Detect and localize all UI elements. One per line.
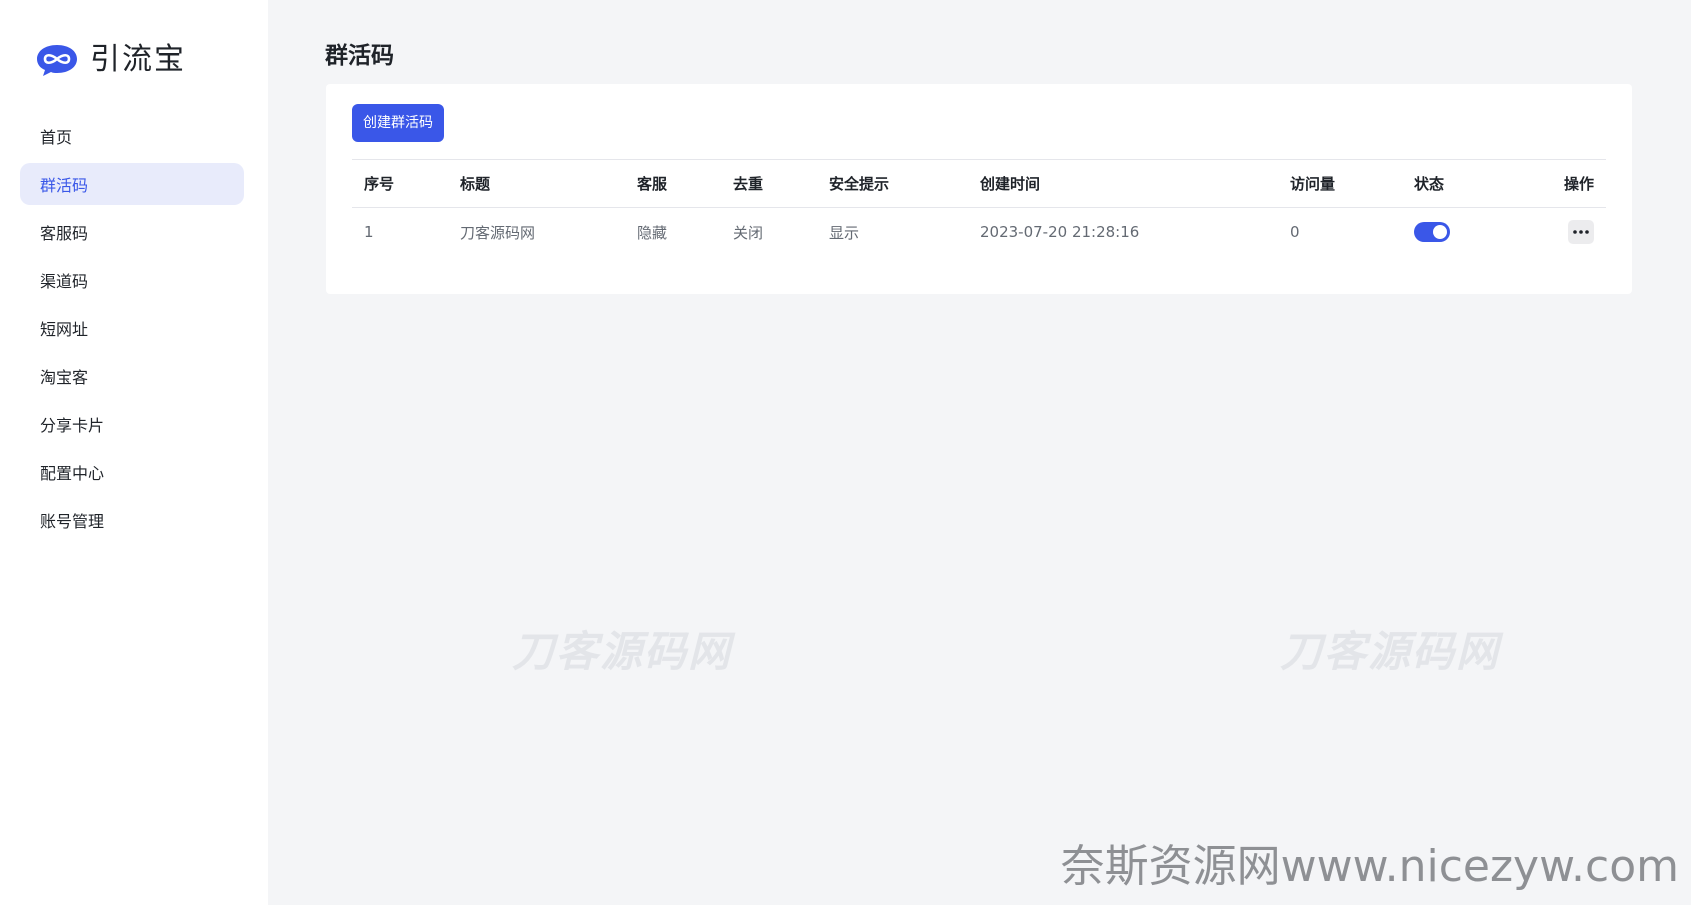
page-title: 群活码 [325,43,394,69]
cell-title: 刀客源码网 [460,223,536,242]
sidebar-item-taobaoke[interactable]: 淘宝客 [20,355,244,397]
column-header-dedupe: 去重 [733,175,764,193]
status-toggle[interactable] [1414,222,1450,242]
watermark-center-left: 刀客源码网 [512,627,733,676]
column-header-operations: 操作 [1563,175,1594,193]
brand-name: 引流宝 [90,42,186,77]
create-group-code-button[interactable]: 创建群活码 [352,104,444,142]
column-header-service: 客服 [637,175,668,193]
cell-operations [1568,208,1594,256]
group-code-table: 序号 标题 客服 去重 安全提示 创建时间 访问量 状态 操作 1 刀客源码网 … [352,159,1606,256]
sidebar-nav: 首页 群活码 客服码 渠道码 短网址 淘宝客 分享卡片 配置中心 账号管理 [20,115,244,547]
more-actions-button[interactable] [1568,220,1594,244]
watermark-bottom: 奈斯资源网www.nicezyw.com [1060,841,1679,892]
sidebar-item-short-url[interactable]: 短网址 [20,307,244,349]
sidebar-item-group-live-code[interactable]: 群活码 [20,163,244,205]
cell-index: 1 [364,223,374,241]
sidebar-item-home[interactable]: 首页 [20,115,244,157]
more-dots-icon [1573,230,1589,234]
column-header-safety-tip: 安全提示 [829,175,890,193]
toggle-knob [1433,225,1447,239]
sidebar-item-channel-code[interactable]: 渠道码 [20,259,244,301]
column-header-index: 序号 [364,175,395,193]
sidebar-item-service-code[interactable]: 客服码 [20,211,244,253]
column-header-title: 标题 [460,175,491,193]
brand[interactable]: 引流宝 [36,40,186,80]
cell-status [1414,208,1450,256]
watermark-center-right: 刀客源码网 [1280,627,1501,676]
table-header-row: 序号 标题 客服 去重 安全提示 创建时间 访问量 状态 操作 [352,159,1606,208]
cell-service: 隐藏 [637,223,668,242]
sidebar: 引流宝 首页 群活码 客服码 渠道码 短网址 淘宝客 分享卡片 配置中心 账号管… [0,0,268,905]
column-header-created-time: 创建时间 [980,175,1041,193]
app-root: 引流宝 首页 群活码 客服码 渠道码 短网址 淘宝客 分享卡片 配置中心 账号管… [0,0,1691,905]
sidebar-item-account-management[interactable]: 账号管理 [20,499,244,541]
cell-safety-tip: 显示 [829,223,860,242]
column-header-visits: 访问量 [1290,175,1336,193]
cell-created-time: 2023-07-20 21:28:16 [980,223,1140,241]
content-card: 创建群活码 序号 标题 客服 去重 安全提示 创建时间 访问量 状态 操作 1 … [326,84,1632,294]
cell-visits: 0 [1290,223,1300,241]
column-header-status: 状态 [1414,175,1445,193]
table-row: 1 刀客源码网 隐藏 关闭 显示 2023-07-20 21:28:16 0 [352,208,1606,256]
infinity-chat-logo-icon [37,45,77,76]
sidebar-item-config-center[interactable]: 配置中心 [20,451,244,493]
sidebar-item-share-card[interactable]: 分享卡片 [20,403,244,445]
cell-dedupe: 关闭 [733,223,764,242]
